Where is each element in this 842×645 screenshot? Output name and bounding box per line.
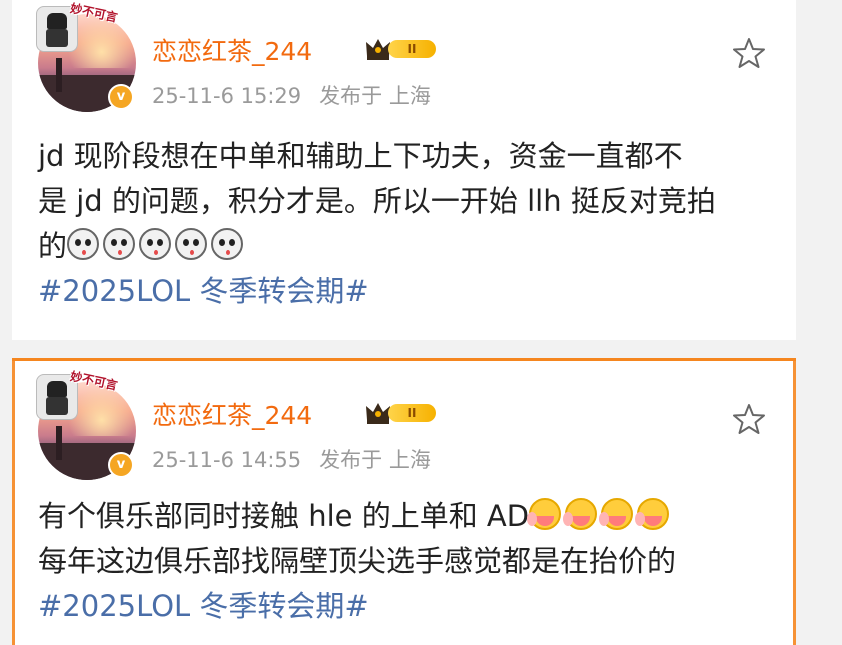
post-date: 25-11-6 15:29 xyxy=(152,84,302,108)
username[interactable]: 恋恋红茶_244 xyxy=(152,396,312,432)
post-text-line: 有个俱乐部同时接触 hle 的上单和 AD xyxy=(38,499,530,533)
snowman-shocked-emoji xyxy=(175,228,208,260)
hashtag-link[interactable]: #2025LOL 冬季转会期# xyxy=(38,269,770,314)
post-location: 发布于 上海 xyxy=(319,84,431,108)
post-text-line: 是 jd 的问题，积分才是。所以一开始 llh 挺反对竞拍 xyxy=(38,184,716,218)
snowman-shocked-emoji xyxy=(103,228,136,260)
snowman-shocked-emoji xyxy=(139,228,172,260)
yummy-face-emoji xyxy=(635,498,670,530)
post-location: 发布于 上海 xyxy=(319,448,431,472)
weibo-post-1: 妙不可言 v 恋恋红茶_244 II 25-11-6 15:29 发布于 上海 j… xyxy=(12,0,796,340)
verified-badge-icon: v xyxy=(108,452,134,478)
favorite-star-icon[interactable] xyxy=(732,36,766,70)
username[interactable]: 恋恋红茶_244 xyxy=(152,32,312,68)
post-text-line: 的 xyxy=(38,229,68,263)
yummy-face-emoji xyxy=(527,498,562,530)
post-text-line: jd 现阶段想在中单和辅助上下功夫，资金一直都不 xyxy=(38,139,683,173)
yummy-face-emoji xyxy=(563,498,598,530)
post-date: 25-11-6 14:55 xyxy=(152,448,302,472)
vip-badge: II xyxy=(364,36,440,62)
avatar[interactable]: 妙不可言 v xyxy=(36,1,136,112)
card-left-border xyxy=(12,358,15,645)
vip-level-label: II xyxy=(388,404,436,422)
snowman-shocked-emoji xyxy=(67,228,100,260)
post-content: jd 现阶段想在中单和辅助上下功夫，资金一直都不 是 jd 的问题，积分才是。所… xyxy=(38,134,770,314)
favorite-star-icon[interactable] xyxy=(732,402,766,436)
post-text-line-with-emoji: 的 xyxy=(38,224,770,269)
post-text-line-with-emoji: 有个俱乐部同时接触 hle 的上单和 AD xyxy=(38,494,770,539)
post-text-line: 每年这边俱乐部找隔壁顶尖选手感觉都是在抬价的 xyxy=(38,544,677,578)
card-right-border xyxy=(793,358,796,645)
post-content: 有个俱乐部同时接触 hle 的上单和 AD 每年这边俱乐部找隔壁顶尖选手感觉都是… xyxy=(38,494,770,629)
snowman-shocked-emoji xyxy=(211,228,244,260)
yummy-face-emoji xyxy=(599,498,634,530)
verified-badge-icon: v xyxy=(108,84,134,110)
avatar[interactable]: 妙不可言 v xyxy=(36,369,136,480)
card-top-border xyxy=(12,358,796,361)
vip-level-label: II xyxy=(388,40,436,58)
hashtag-link[interactable]: #2025LOL 冬季转会期# xyxy=(38,584,770,629)
vip-badge: II xyxy=(364,400,440,426)
post-meta: 25-11-6 14:55 发布于 上海 xyxy=(152,444,449,474)
weibo-post-2: 妙不可言 v 恋恋红茶_244 II 25-11-6 14:55 发布于 上海 有… xyxy=(12,358,796,645)
post-meta: 25-11-6 15:29 发布于 上海 xyxy=(152,80,449,110)
